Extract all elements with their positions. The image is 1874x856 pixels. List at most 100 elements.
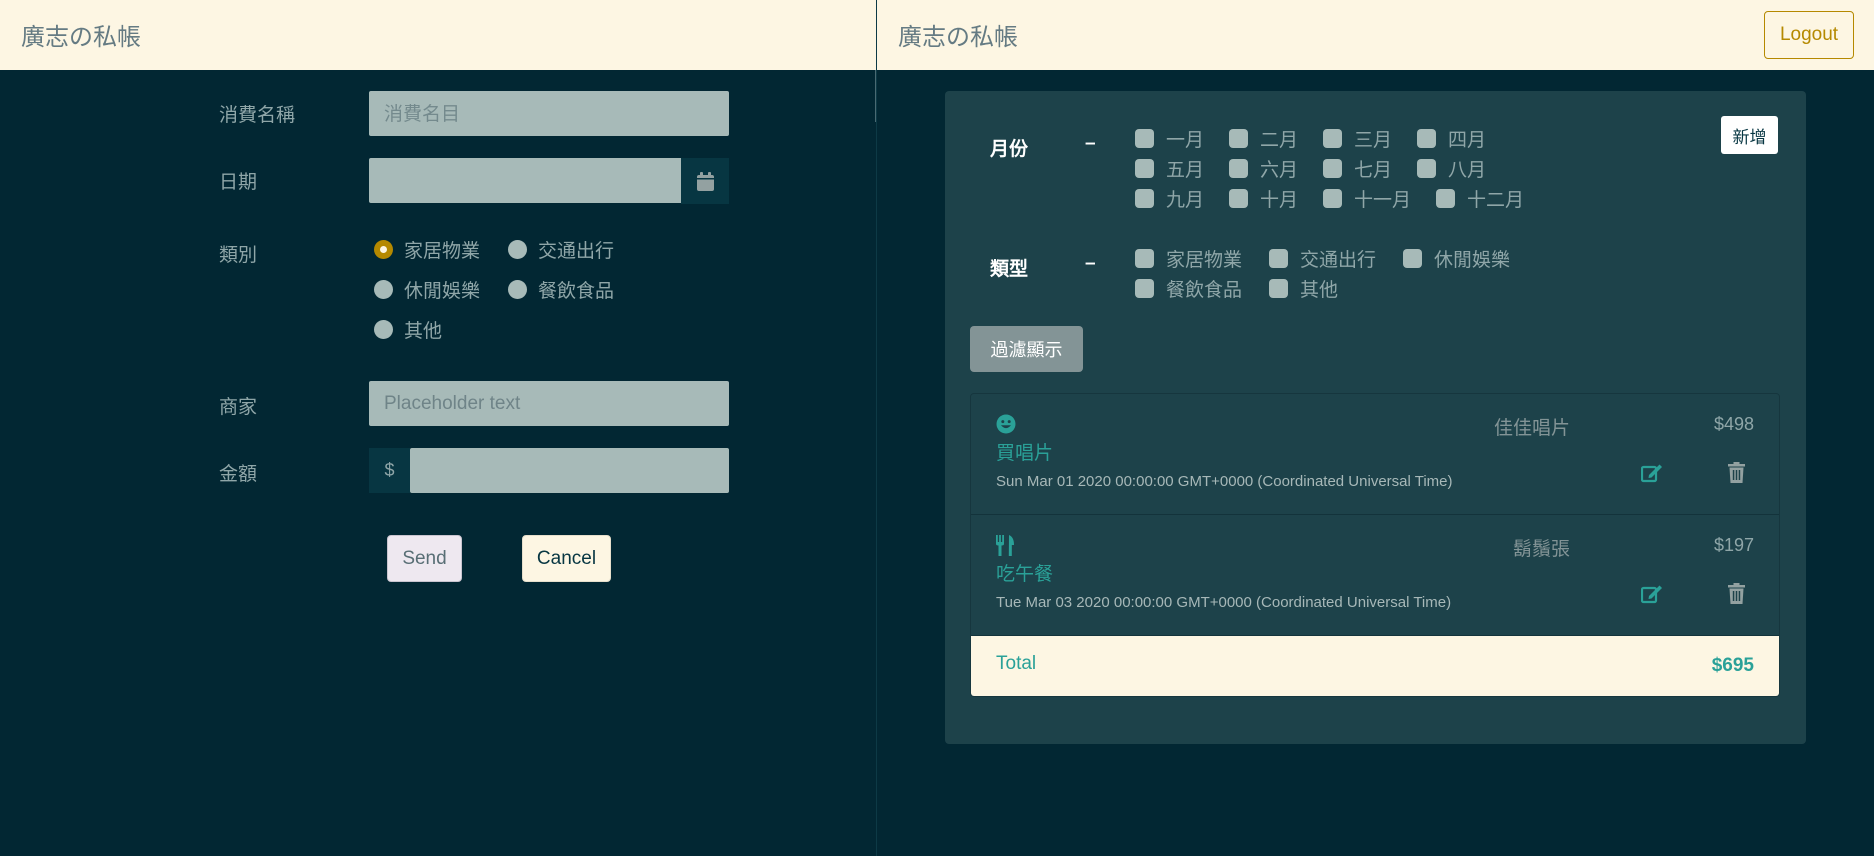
radio-transport-label: 交通出行 xyxy=(538,240,615,262)
expense-list: 買唱片 Sun Mar 01 2020 00:00:00 GMT+0000 (C… xyxy=(970,393,1780,697)
type-checkbox-home[interactable]: 家居物業 xyxy=(1135,245,1242,272)
checkbox[interactable] xyxy=(1135,129,1154,148)
type-filter-dash: – xyxy=(1085,253,1096,274)
edit-icon[interactable] xyxy=(1640,584,1663,609)
type-label: 餐飲食品 xyxy=(1166,279,1243,301)
amount-input[interactable] xyxy=(410,448,729,493)
radio-food-label: 餐飲食品 xyxy=(538,280,615,302)
total-value: $695 xyxy=(1711,655,1754,676)
radio-dot-home[interactable] xyxy=(374,240,393,259)
month-label: 十一月 xyxy=(1354,189,1412,211)
cancel-button[interactable]: Cancel xyxy=(522,535,611,582)
apply-filter-button[interactable]: 過濾顯示 xyxy=(970,326,1083,372)
checkbox[interactable] xyxy=(1417,129,1436,148)
list-item[interactable]: 吃午餐 Tue Mar 03 2020 00:00:00 GMT+0000 (C… xyxy=(971,515,1779,636)
radio-dot-transport[interactable] xyxy=(508,240,527,259)
expense-title: 買唱片 xyxy=(996,442,1054,464)
radio-dot-other[interactable] xyxy=(374,320,393,339)
checkbox[interactable] xyxy=(1269,279,1288,298)
expense-date: Tue Mar 03 2020 00:00:00 GMT+0000 (Coord… xyxy=(996,594,1452,611)
checkbox[interactable] xyxy=(1135,189,1154,208)
month-checkbox-12[interactable]: 十二月 xyxy=(1436,185,1524,212)
expense-merchant: 佳佳唱片 xyxy=(1493,417,1570,439)
expense-card: 月份 – 一月 二月 三月 四月 五月 六月 七月 八月 九月 十月 十一月 十… xyxy=(945,91,1806,744)
month-checkbox-5[interactable]: 五月 xyxy=(1135,155,1204,182)
brand-title[interactable]: 廣志の私帳 xyxy=(898,17,1018,52)
total-row: Total $695 xyxy=(971,636,1779,696)
month-checkbox-2[interactable]: 二月 xyxy=(1229,125,1298,152)
type-checkbox-other[interactable]: 其他 xyxy=(1269,275,1338,302)
checkbox[interactable] xyxy=(1135,159,1154,178)
checkbox[interactable] xyxy=(1269,249,1288,268)
checkbox[interactable] xyxy=(1323,189,1342,208)
month-checkbox-3[interactable]: 三月 xyxy=(1323,125,1392,152)
month-label: 六月 xyxy=(1260,159,1299,181)
radio-leisure[interactable]: 休閒娛樂 xyxy=(374,276,480,303)
expense-title: 吃午餐 xyxy=(996,563,1054,585)
type-checkbox-food[interactable]: 餐飲食品 xyxy=(1135,275,1242,302)
checkbox[interactable] xyxy=(1323,129,1342,148)
checkbox[interactable] xyxy=(1323,159,1342,178)
date-label: 日期 xyxy=(219,171,258,193)
radio-home[interactable]: 家居物業 xyxy=(374,236,480,263)
type-label: 其他 xyxy=(1300,279,1339,301)
send-button[interactable]: Send xyxy=(387,535,462,582)
radio-transport[interactable]: 交通出行 xyxy=(508,236,614,263)
checkbox[interactable] xyxy=(1135,279,1154,298)
month-label: 十二月 xyxy=(1467,189,1525,211)
checkbox[interactable] xyxy=(1135,249,1154,268)
month-checkbox-1[interactable]: 一月 xyxy=(1135,125,1204,152)
month-checkbox-8[interactable]: 八月 xyxy=(1417,155,1486,182)
radio-dot-food[interactable] xyxy=(508,280,527,299)
list-item[interactable]: 買唱片 Sun Mar 01 2020 00:00:00 GMT+0000 (C… xyxy=(971,394,1779,515)
radio-dot-leisure[interactable] xyxy=(374,280,393,299)
trash-icon[interactable] xyxy=(1728,462,1745,488)
checkbox[interactable] xyxy=(1403,249,1422,268)
type-checkbox-transport[interactable]: 交通出行 xyxy=(1269,245,1376,272)
radio-home-label: 家居物業 xyxy=(404,240,481,262)
month-label: 五月 xyxy=(1166,159,1205,181)
month-checkbox-7[interactable]: 七月 xyxy=(1323,155,1392,182)
month-filter-dash: – xyxy=(1085,133,1096,154)
checkbox[interactable] xyxy=(1417,159,1436,178)
edit-icon[interactable] xyxy=(1640,463,1663,488)
checkbox[interactable] xyxy=(1436,189,1455,208)
month-checkbox-10[interactable]: 十月 xyxy=(1229,185,1298,212)
month-checkbox-4[interactable]: 四月 xyxy=(1417,125,1486,152)
category-label: 類別 xyxy=(219,244,258,266)
month-checkbox-11[interactable]: 十一月 xyxy=(1323,185,1411,212)
checkbox[interactable] xyxy=(1229,129,1248,148)
brand-title[interactable]: 廣志の私帳 xyxy=(21,17,141,52)
type-label: 家居物業 xyxy=(1166,249,1243,271)
currency-addon: $ xyxy=(369,448,410,493)
radio-other[interactable]: 其他 xyxy=(374,316,442,343)
expense-date: Sun Mar 01 2020 00:00:00 GMT+0000 (Coord… xyxy=(996,473,1453,490)
checkbox[interactable] xyxy=(1229,159,1248,178)
month-checkbox-6[interactable]: 六月 xyxy=(1229,155,1298,182)
month-label: 三月 xyxy=(1354,129,1393,151)
checkbox[interactable] xyxy=(1229,189,1248,208)
trash-icon[interactable] xyxy=(1728,583,1745,609)
expense-name-input[interactable] xyxy=(369,91,729,136)
date-input[interactable] xyxy=(369,158,681,203)
total-label: Total xyxy=(996,653,1037,674)
month-label: 一月 xyxy=(1166,129,1205,151)
add-button[interactable]: 新增 xyxy=(1721,116,1778,154)
merchant-input[interactable] xyxy=(369,381,729,426)
expense-amount: $197 xyxy=(1713,535,1754,555)
month-checkbox-9[interactable]: 九月 xyxy=(1135,185,1204,212)
calendar-button[interactable] xyxy=(681,158,729,204)
navbar-left: 廣志の私帳 xyxy=(0,0,876,70)
month-label: 九月 xyxy=(1166,189,1205,211)
type-filter-label: 類型 xyxy=(990,258,1029,280)
month-label: 四月 xyxy=(1448,129,1487,151)
month-label: 二月 xyxy=(1260,129,1299,151)
month-label: 八月 xyxy=(1448,159,1487,181)
utensils-icon xyxy=(996,535,1014,561)
expense-amount: $498 xyxy=(1713,414,1754,434)
type-checkbox-leisure[interactable]: 休閒娛樂 xyxy=(1403,245,1510,272)
month-filter-label: 月份 xyxy=(990,138,1029,160)
radio-food[interactable]: 餐飲食品 xyxy=(508,276,614,303)
logout-button[interactable]: Logout xyxy=(1764,11,1854,59)
merchant-label: 商家 xyxy=(219,396,258,418)
